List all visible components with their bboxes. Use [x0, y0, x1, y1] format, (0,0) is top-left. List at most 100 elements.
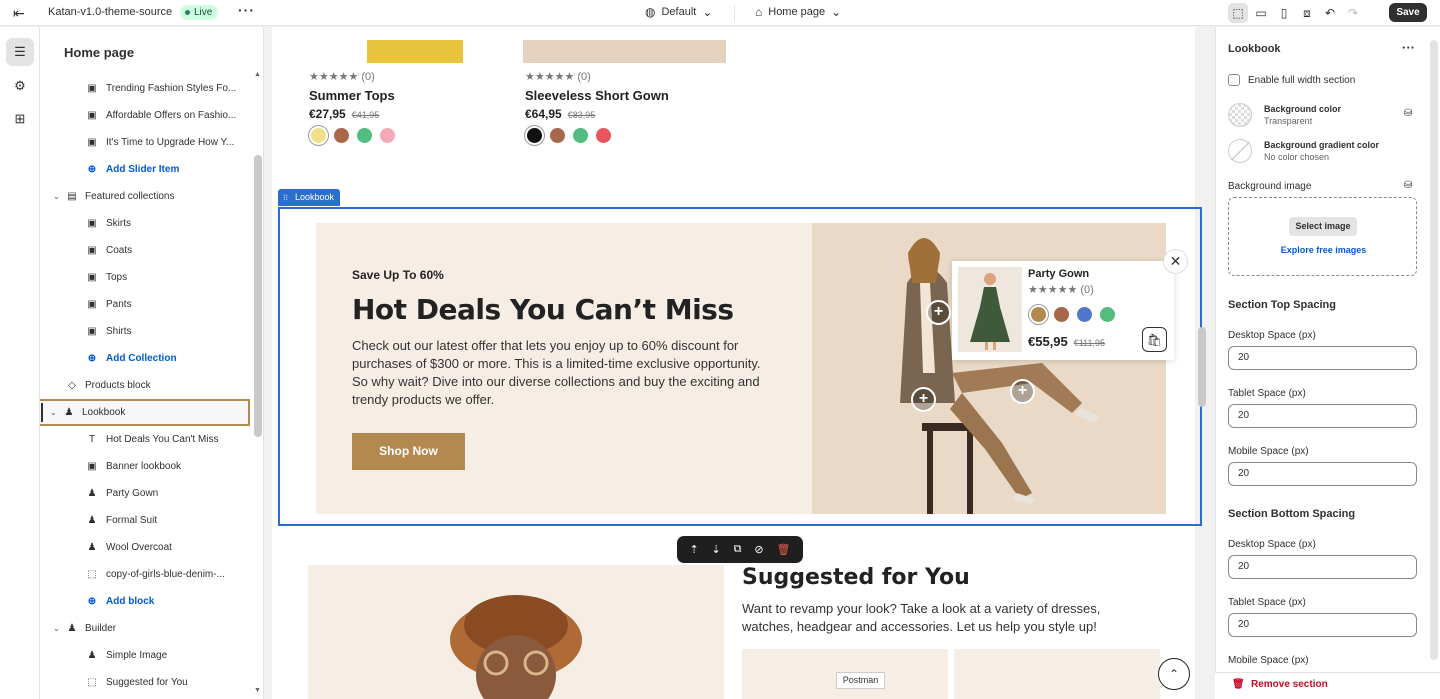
apps-icon[interactable]: ⊞ — [6, 105, 34, 133]
remove-section-button[interactable]: 🗑 Remove section — [1215, 672, 1440, 699]
redo-icon[interactable]: ↷ — [1343, 3, 1363, 23]
add-item-button[interactable]: ⊕ Add Collection — [40, 345, 250, 372]
sidebar-item[interactable]: ▣ Banner lookbook — [40, 453, 250, 480]
sidebar-item-label: Hot Deals You Can't Miss — [106, 434, 219, 445]
hotspot-product-popup[interactable]: Party Gown ★★★★★ (0) €55,95 €111,95 🛍 — [952, 261, 1174, 360]
color-swatch[interactable] — [380, 128, 395, 143]
add-item-button[interactable]: ⊕ Add Slider Item — [40, 156, 250, 183]
status-badge: Live — [180, 5, 219, 20]
sidebar-item[interactable]: ◇ Products block — [40, 372, 250, 399]
color-swatch[interactable] — [573, 128, 588, 143]
scroll-up-icon[interactable]: ▲ — [254, 71, 261, 78]
sidebar-item[interactable]: ▣ Tops — [40, 264, 250, 291]
sidebar-item[interactable]: ⬚ Suggested for You — [40, 669, 250, 696]
delete-icon[interactable]: 🗑 — [777, 543, 791, 556]
background-image-label: Background image — [1228, 181, 1312, 192]
color-swatch[interactable] — [1054, 307, 1069, 322]
color-swatch[interactable] — [1077, 307, 1092, 322]
settings-panel: Lookbook ··· Enable full width section B… — [1215, 27, 1440, 699]
more-options-icon[interactable]: ··· — [1402, 40, 1415, 55]
sidebar-item[interactable]: ▣ Pants — [40, 291, 250, 318]
sidebar-item[interactable]: ♟ Wool Overcoat — [40, 534, 250, 561]
color-swatch[interactable] — [1031, 307, 1046, 322]
move-down-icon[interactable]: ⇣ — [712, 543, 721, 556]
sidebar-item[interactable]: ▣ Affordable Offers on Fashio... — [40, 102, 250, 129]
sidebar-item[interactable]: ▣ Skirts — [40, 210, 250, 237]
popup-product-name[interactable]: Party Gown — [1028, 268, 1089, 280]
product-name[interactable]: Sleeveless Short Gown — [525, 88, 669, 103]
explore-images-link[interactable]: Explore free images — [1229, 245, 1418, 255]
color-swatch[interactable] — [550, 128, 565, 143]
hotspot-plus-icon[interactable]: + — [926, 300, 951, 325]
full-width-checkbox[interactable] — [1228, 74, 1240, 86]
sidebar-item[interactable]: ♟ Formal Suit — [40, 507, 250, 534]
scroll-to-top-button[interactable]: ⌃ — [1158, 658, 1190, 690]
top-tablet-input[interactable]: 20 — [1228, 404, 1417, 428]
top-mobile-input[interactable]: 20 — [1228, 462, 1417, 486]
sidebar-scrollbar[interactable] — [254, 155, 262, 437]
chevron-down-icon[interactable]: ⌄ — [53, 615, 60, 642]
product-name[interactable]: Summer Tops — [309, 88, 395, 103]
bottom-tablet-input[interactable]: 20 — [1228, 613, 1417, 637]
save-button[interactable]: Save — [1389, 3, 1427, 22]
page-selector[interactable]: ⌂ Home page ⌄ — [755, 6, 841, 18]
desktop-icon[interactable]: ▭ — [1251, 3, 1271, 23]
sidebar-item[interactable]: ▣ It's Time to Upgrade How Y... — [40, 129, 250, 156]
hotspot-plus-icon[interactable]: + — [911, 387, 936, 412]
image-icon: ▣ — [87, 245, 97, 256]
product-image[interactable] — [367, 40, 463, 63]
color-swatch[interactable] — [334, 128, 349, 143]
product-image[interactable] — [523, 40, 726, 63]
shop-now-button[interactable]: Shop Now — [352, 433, 465, 470]
more-actions-icon[interactable]: ··· — [238, 2, 255, 18]
chevron-down-icon[interactable]: ⌄ — [53, 183, 60, 210]
undo-icon[interactable]: ↶ — [1320, 3, 1340, 23]
bottom-desktop-input[interactable]: 20 — [1228, 555, 1417, 579]
fullscreen-icon[interactable]: ⧈ — [1297, 3, 1317, 23]
hide-icon[interactable]: ⊘ — [754, 543, 763, 556]
image-icon: ▣ — [87, 272, 97, 283]
add-to-cart-bag-icon[interactable]: 🛍 — [1142, 327, 1167, 352]
top-desktop-input[interactable]: 20 — [1228, 346, 1417, 370]
color-swatch[interactable] — [357, 128, 372, 143]
desktop-space-label: Desktop Space (px) — [1228, 539, 1316, 550]
gradient-color-swatch[interactable] — [1228, 139, 1252, 163]
sections-icon[interactable]: ☰ — [6, 38, 34, 66]
sidebar-item[interactable]: ⌄ ▤ Featured collections — [40, 183, 250, 210]
mobile-icon[interactable]: ▯ — [1274, 3, 1294, 23]
section-tag[interactable]: Lookbook — [278, 189, 341, 206]
hotspot-plus-icon[interactable]: + — [1010, 379, 1035, 404]
scroll-down-icon[interactable]: ▼ — [254, 687, 261, 694]
settings-scrollbar[interactable] — [1430, 40, 1438, 670]
color-swatch[interactable] — [311, 128, 326, 143]
database-icon[interactable]: ⛁ — [1404, 108, 1412, 119]
sidebar-item[interactable]: ♟ Simple Image — [40, 642, 250, 669]
color-swatch[interactable] — [1100, 307, 1115, 322]
inspector-icon[interactable]: ⬚ — [1228, 3, 1248, 23]
sidebar-item[interactable]: ⌄ ♟ Lookbook — [40, 399, 250, 426]
sidebar-item[interactable]: ▣ Shirts — [40, 318, 250, 345]
theme-selector[interactable]: ◍ Default ⌄ — [645, 6, 712, 18]
sidebar-item[interactable]: ▣ Coats — [40, 237, 250, 264]
select-image-button[interactable]: Select image — [1289, 217, 1357, 236]
canvas-scrollbar[interactable] — [1198, 327, 1206, 407]
lookbook-section[interactable]: Save Up To 60% Hot Deals You Can’t Miss … — [278, 207, 1202, 526]
database-icon[interactable]: ⛁ — [1404, 180, 1412, 191]
duplicate-icon[interactable]: ⧉ — [734, 543, 742, 556]
background-color-swatch[interactable] — [1228, 103, 1252, 127]
sidebar-item[interactable]: ⌄ ♟ Builder — [40, 615, 250, 642]
sidebar-item[interactable]: T Hot Deals You Can't Miss — [40, 426, 250, 453]
sidebar-item[interactable]: ▣ Trending Fashion Styles Fo... — [40, 75, 250, 102]
add-item-button[interactable]: ⊕ Add block — [40, 588, 250, 615]
color-swatch[interactable] — [527, 128, 542, 143]
color-swatch[interactable] — [596, 128, 611, 143]
settings-gear-icon[interactable]: ⚙ — [6, 72, 34, 100]
suggested-product-card[interactable] — [954, 649, 1160, 699]
sidebar-item-label: copy-of-girls-blue-denim-... — [106, 569, 225, 580]
close-popup-icon[interactable]: ✕ — [1163, 249, 1188, 274]
move-up-icon[interactable]: ⇡ — [689, 543, 698, 556]
chevron-down-icon[interactable]: ⌄ — [50, 399, 57, 426]
exit-icon[interactable]: ⇤ — [13, 5, 29, 21]
sidebar-item[interactable]: ♟ Party Gown — [40, 480, 250, 507]
sidebar-item[interactable]: ⬚ copy-of-girls-blue-denim-... — [40, 561, 250, 588]
